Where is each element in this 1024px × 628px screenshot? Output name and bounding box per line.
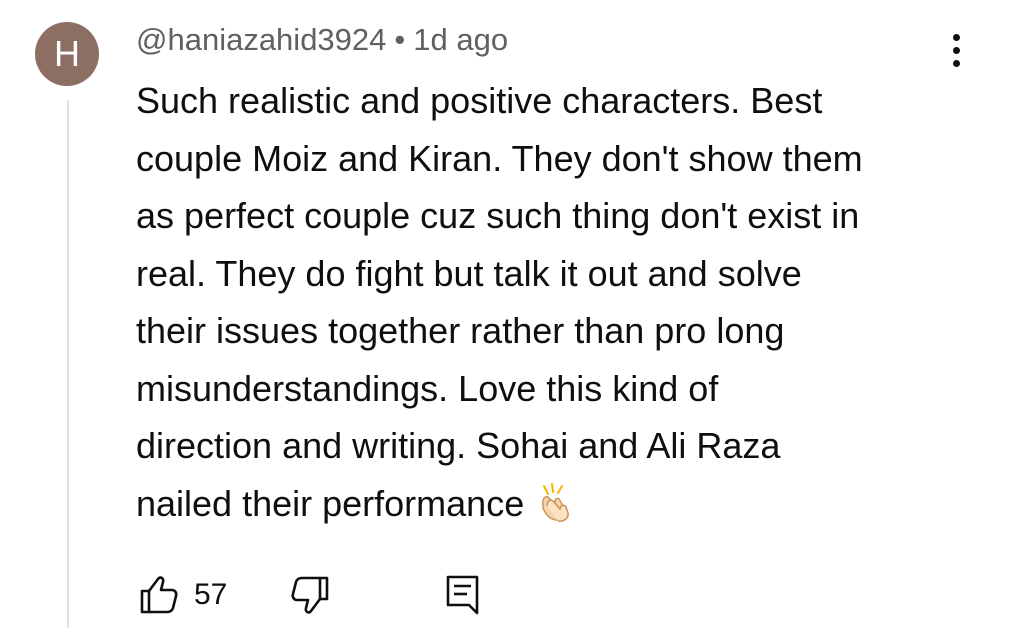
comment-line: direction and writing. Sohai and Ali Raz… (136, 425, 781, 466)
clapping-hands-emoji-icon (542, 482, 570, 522)
comment-actions: 57 (136, 570, 483, 620)
avatar[interactable]: H (35, 22, 99, 86)
dislike-button[interactable] (289, 573, 333, 617)
like-count: 57 (194, 578, 228, 611)
comment-line-last: nailed their performance (136, 475, 996, 533)
comment-body: Such realistic and positive characters. … (136, 72, 996, 532)
comment-line: misunderstandings. Love this kind of (136, 367, 719, 409)
comment-line-text: nailed their performance (136, 482, 525, 524)
more-vert-icon-dot (952, 46, 960, 54)
thumb-up-icon (140, 576, 178, 614)
thread-line (67, 100, 69, 628)
comment-header: @haniazahid3924 • 1d ago (136, 18, 508, 62)
comment-line: Such realistic and positive characters. … (136, 80, 823, 121)
reply-comment-icon (447, 575, 479, 615)
more-options-button[interactable] (938, 28, 974, 72)
comment-line: their issues together rather than pro lo… (136, 310, 785, 351)
meta-separator: • (394, 22, 406, 57)
more-vert-icon (952, 33, 960, 41)
comment-line: couple Moiz and Kiran. They don't show t… (136, 137, 863, 179)
comment-line: as perfect couple cuz such thing don't e… (136, 195, 860, 236)
thumb-down-icon (291, 576, 329, 614)
comment-timestamp: 1d ago (413, 22, 509, 57)
comment-line: real. They do fight but talk it out and … (136, 252, 802, 294)
reply-button[interactable] (443, 573, 483, 617)
more-vert-icon-dot (952, 59, 960, 67)
like-button[interactable]: 57 (136, 573, 227, 617)
author-handle[interactable]: @haniazahid3924 (136, 22, 386, 58)
avatar-initial: H (54, 33, 80, 74)
comment-card: H @haniazahid3924 • 1d ago Such realisti… (0, 0, 1024, 628)
